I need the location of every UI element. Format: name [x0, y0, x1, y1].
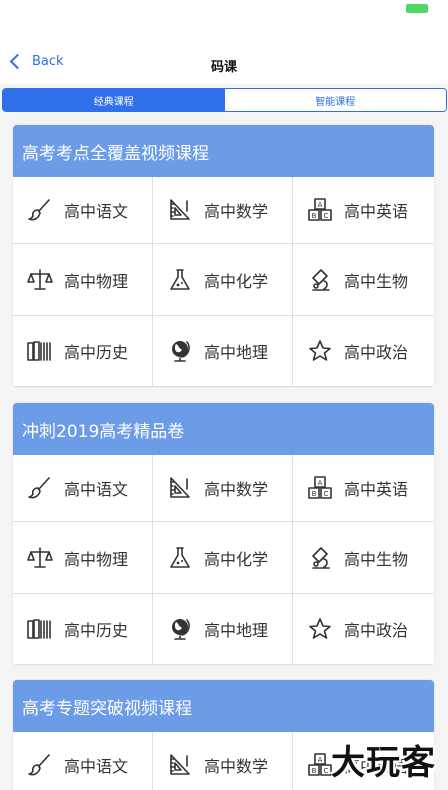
subject-politics[interactable]: 高中政治 — [293, 594, 434, 665]
svg-text:A: A — [318, 479, 323, 487]
subject-math[interactable]: 高中数学 — [153, 455, 293, 522]
segmented-control: 经典课程 智能课程 — [2, 88, 447, 112]
page-title: 码课 — [210, 60, 237, 75]
star-icon — [307, 616, 333, 642]
svg-text:B: B — [312, 767, 317, 775]
subject-english[interactable]: A B C 高中英语 — [293, 177, 434, 244]
abc-blocks-icon: ABC — [307, 197, 333, 223]
svg-text:B: B — [312, 490, 317, 498]
books-icon — [27, 338, 53, 364]
tab-classic-courses[interactable]: 经典课程 — [3, 89, 225, 111]
battery-icon — [406, 4, 428, 13]
course-section: 高考考点全覆盖视频课程 高中语文 高中数学 A B C 高中英语 高中物理 高中化学 … — [13, 125, 434, 387]
brush-icon — [27, 197, 53, 223]
section-title: 高考专题突破视频课程 — [13, 680, 434, 732]
subject-physics[interactable]: 高中物理 — [13, 244, 153, 316]
subject-chemistry[interactable]: 高中化学 — [153, 244, 293, 316]
nav-bar: Back 码课 — [0, 22, 448, 84]
books-icon — [27, 616, 53, 642]
subject-geography[interactable]: 高中地理 — [153, 316, 293, 387]
microscope-icon — [307, 267, 333, 293]
subject-biology[interactable]: 高中生物 — [293, 522, 434, 594]
section-title: 冲刺2019高考精品卷 — [13, 403, 434, 455]
tab-smart-courses[interactable]: 智能课程 — [224, 89, 446, 111]
subject-geography[interactable]: 高中地理 — [153, 594, 293, 665]
svg-text:C: C — [324, 490, 329, 498]
ruler-icon — [167, 475, 193, 501]
microscope-icon — [307, 545, 333, 571]
ruler-icon — [167, 197, 193, 223]
subject-math[interactable]: 高中数学 — [153, 177, 293, 244]
subject-history[interactable]: 高中历史 — [13, 594, 153, 665]
brush-icon — [27, 475, 53, 501]
svg-text:A: A — [318, 756, 323, 764]
flask-icon — [167, 545, 193, 571]
abc-blocks-icon: ABC — [307, 752, 333, 778]
svg-text:A: A — [318, 201, 323, 209]
subject-history[interactable]: 高中历史 — [13, 316, 153, 387]
status-bar — [0, 0, 448, 22]
watermark-logo: 大玩客 — [331, 743, 436, 783]
star-icon — [307, 338, 333, 364]
section-title: 高考考点全覆盖视频课程 — [13, 125, 434, 177]
globe-icon — [167, 338, 193, 364]
subject-chinese[interactable]: 高中语文 — [13, 177, 153, 244]
subject-chemistry[interactable]: 高中化学 — [153, 522, 293, 594]
subject-grid: 高中语文 高中数学 A B C 高中英语 高中物理 高中化学 高中生物 高中历史 高中… — [13, 455, 434, 665]
subject-chinese[interactable]: 高中语文 — [13, 455, 153, 522]
subject-chinese[interactable]: 高中语文 — [13, 732, 153, 790]
subject-politics[interactable]: 高中政治 — [293, 316, 434, 387]
ruler-icon — [167, 752, 193, 778]
globe-icon — [167, 616, 193, 642]
subject-english[interactable]: A B C 高中英语 — [293, 455, 434, 522]
course-section: 冲刺2019高考精品卷 高中语文 高中数学 A B C 高中英语 高中物理 高中化学 … — [13, 403, 434, 665]
subject-physics[interactable]: 高中物理 — [13, 522, 153, 594]
svg-text:C: C — [324, 767, 329, 775]
svg-text:B: B — [312, 212, 317, 220]
flask-icon — [167, 267, 193, 293]
subject-biology[interactable]: 高中生物 — [293, 244, 434, 316]
svg-text:C: C — [324, 212, 329, 220]
scale-icon — [27, 545, 53, 571]
scale-icon — [27, 267, 53, 293]
subject-math[interactable]: 高中数学 — [153, 732, 293, 790]
abc-blocks-icon: ABC — [307, 475, 333, 501]
subject-grid: 高中语文 高中数学 A B C 高中英语 高中物理 高中化学 高中生物 高中历史 高中… — [13, 177, 434, 387]
brush-icon — [27, 752, 53, 778]
